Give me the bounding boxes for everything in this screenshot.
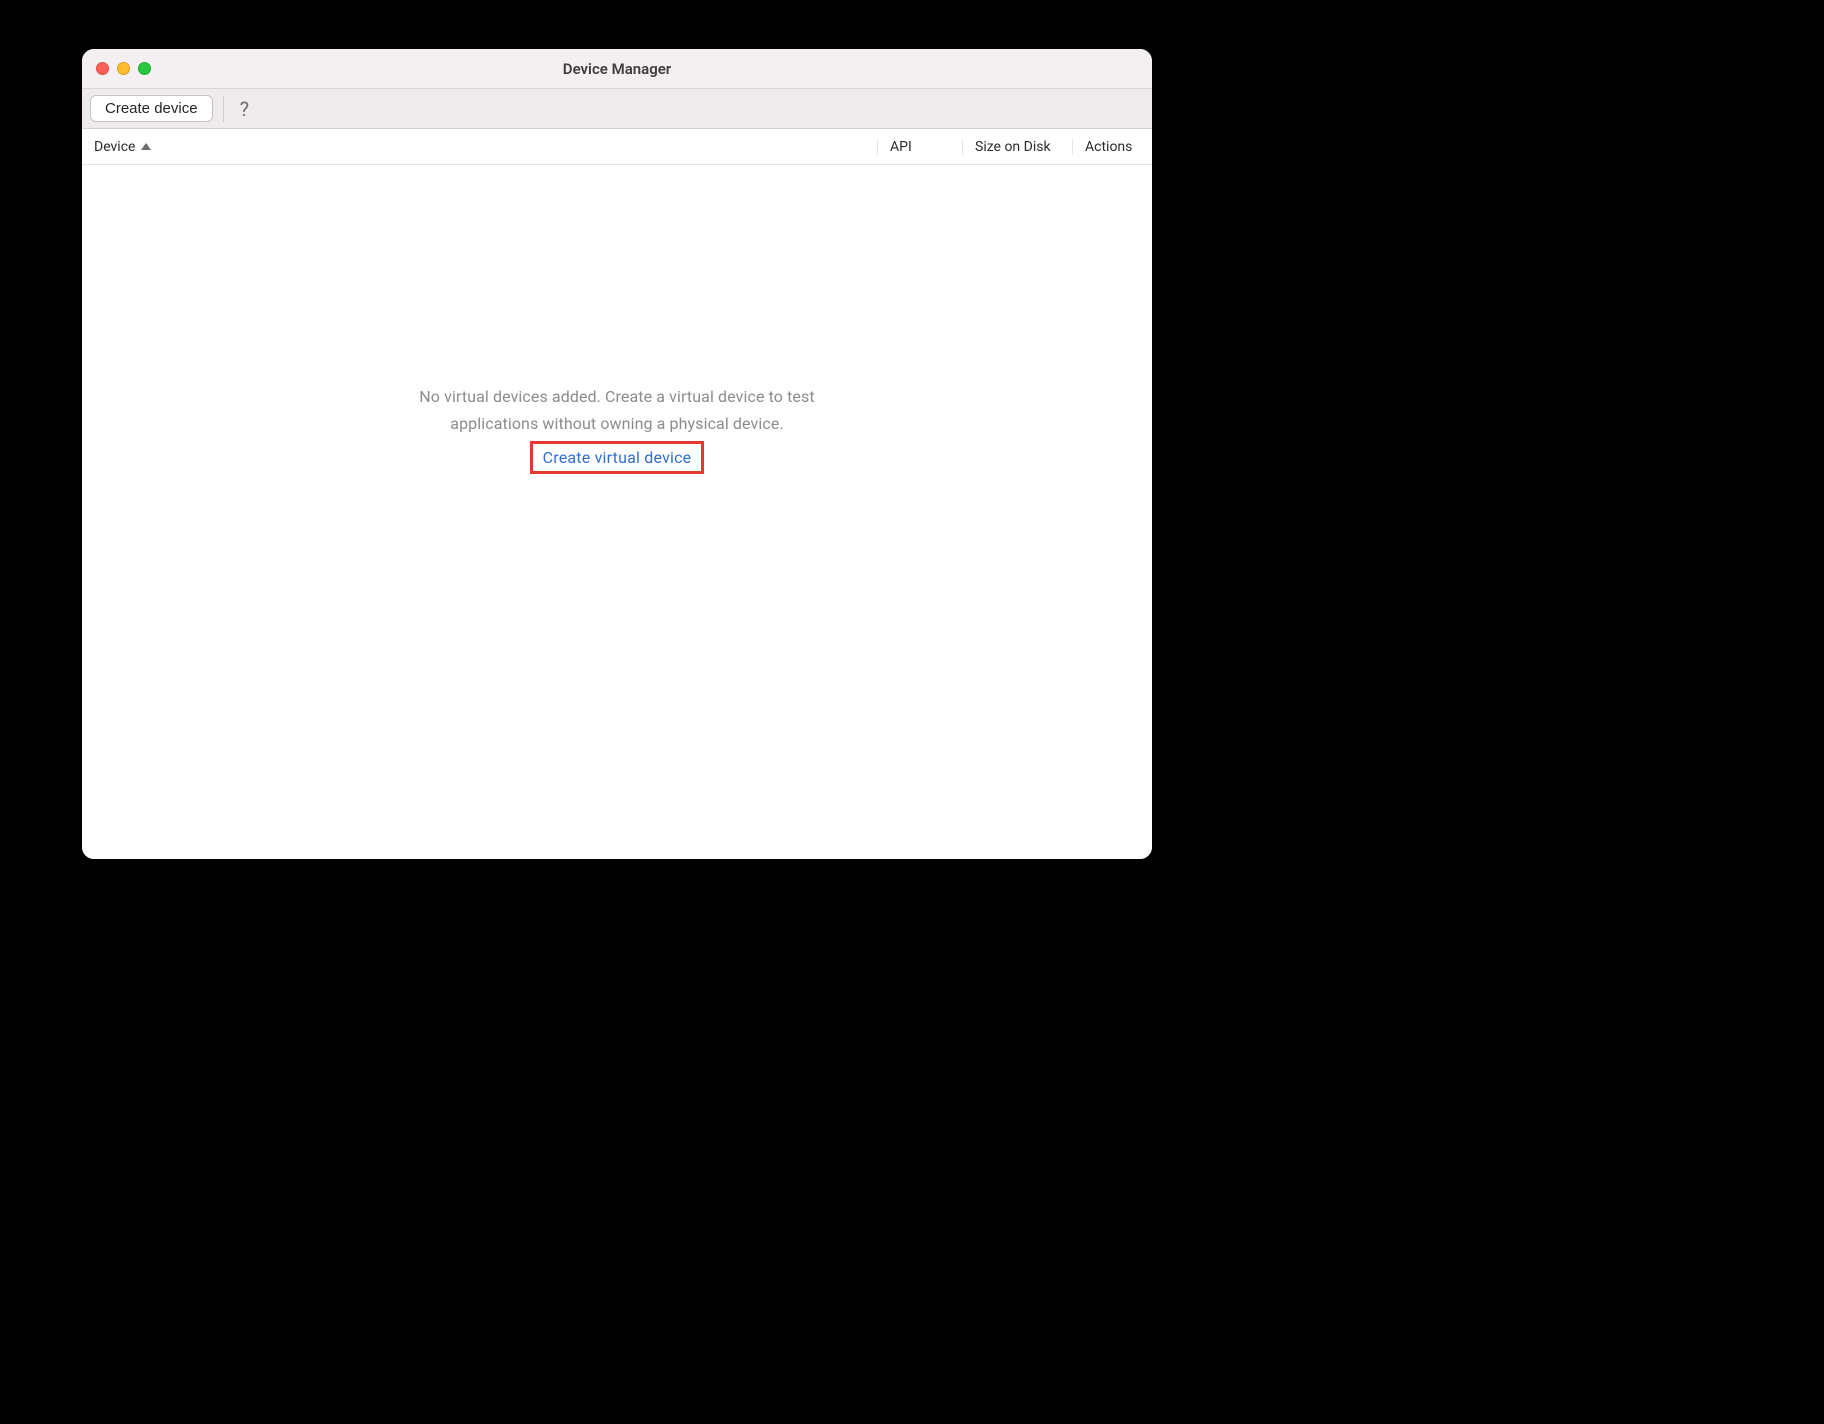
table-body: No virtual devices added. Create a virtu… [82,165,1152,859]
column-header-label: Size on Disk [975,139,1051,155]
create-virtual-device-link[interactable]: Create virtual device [543,448,692,467]
maximize-icon[interactable] [138,62,151,75]
window-title: Device Manager [82,60,1152,78]
column-header-api[interactable]: API [877,139,962,155]
sort-asc-icon [141,143,151,150]
toolbar-divider [223,96,224,122]
toolbar: Create device ? [82,89,1152,129]
column-header-label: API [890,139,912,155]
empty-state-text: No virtual devices added. Create a virtu… [82,383,1152,437]
column-header-device[interactable]: Device [82,139,877,155]
column-header-size[interactable]: Size on Disk [962,139,1072,155]
column-header-label: Actions [1085,139,1132,155]
column-header-label: Device [94,139,135,155]
empty-state: No virtual devices added. Create a virtu… [82,383,1152,474]
table-header-row: Device API Size on Disk Actions [82,129,1152,165]
create-device-button[interactable]: Create device [90,95,213,122]
minimize-icon[interactable] [117,62,130,75]
column-header-actions[interactable]: Actions [1072,139,1152,155]
window-controls [82,62,151,75]
device-manager-window: Device Manager Create device ? Device AP… [82,49,1152,859]
titlebar: Device Manager [82,49,1152,89]
highlight-box: Create virtual device [530,441,705,474]
close-icon[interactable] [96,62,109,75]
help-icon[interactable]: ? [234,97,255,121]
